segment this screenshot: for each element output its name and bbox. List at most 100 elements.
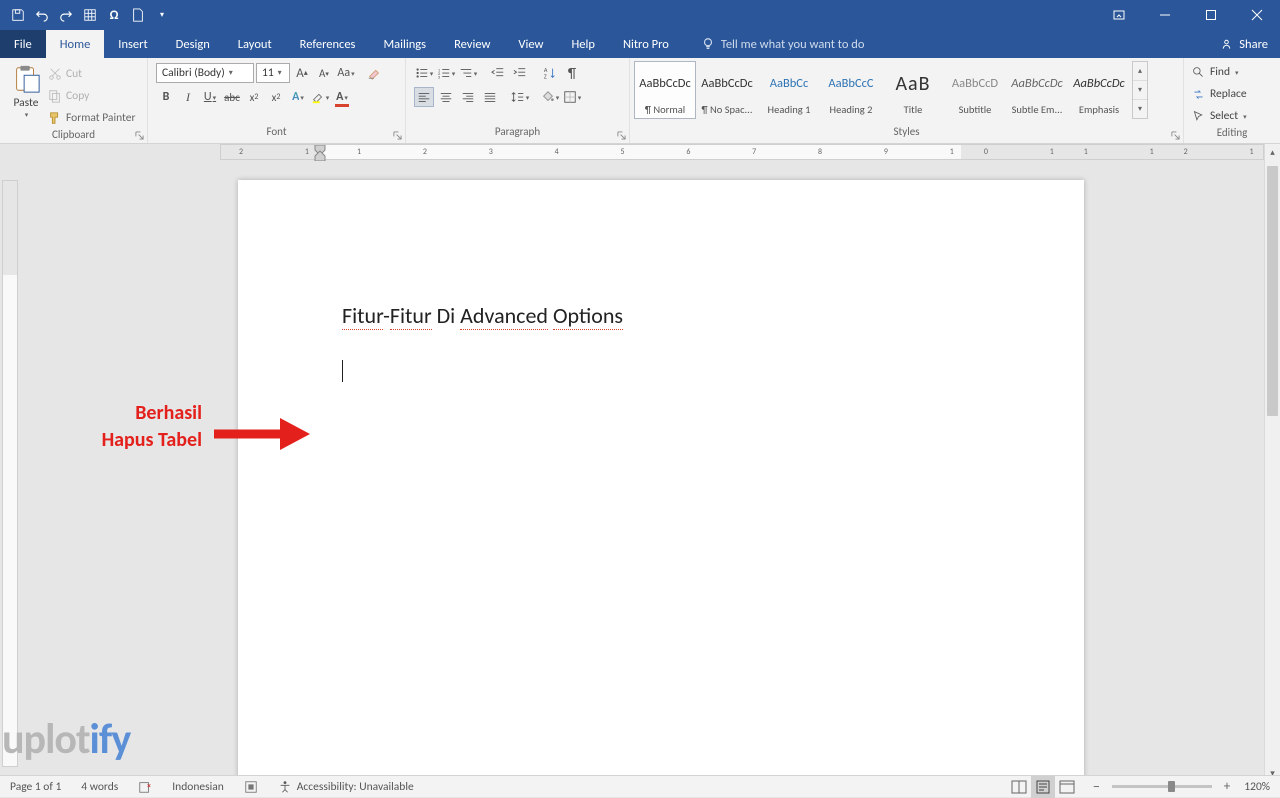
tab-references[interactable]: References [286,30,370,58]
font-color-button[interactable]: A▾ [332,87,352,107]
document-page[interactable]: Fitur-Fitur Di Advanced Options [238,180,1084,781]
align-center-button[interactable] [436,87,456,107]
style-tile-subtle-em-[interactable]: AaBbCcDcSubtle Em... [1006,61,1068,119]
tab-help[interactable]: Help [557,30,608,58]
tab-review[interactable]: Review [440,30,504,58]
style-tile--normal[interactable]: AaBbCcDc¶ Normal [634,61,696,119]
close-button[interactable] [1234,0,1280,30]
scroll-up-icon[interactable]: ▴ [1265,144,1280,160]
decrease-indent-button[interactable] [488,63,508,83]
style-tile-title[interactable]: AaBTitle [882,61,944,119]
paragraph-launcher[interactable] [615,130,627,142]
shading-button[interactable]: ▾ [540,87,560,107]
status-language[interactable]: Indonesian [162,776,234,797]
chevron-up-icon[interactable]: ▴ [1133,62,1147,81]
maximize-button[interactable] [1188,0,1234,30]
clipboard-launcher[interactable] [133,130,145,142]
zoom-out-button[interactable]: − [1089,778,1104,795]
style-gallery-scroll[interactable]: ▴ ▾ ▾ [1132,61,1148,119]
tab-design[interactable]: Design [162,30,224,58]
status-page[interactable]: Page 1 of 1 [0,776,71,797]
change-case-button[interactable]: Aa▾ [336,63,356,83]
view-read-mode[interactable] [1007,776,1031,798]
ribbon-display-icon[interactable] [1096,0,1142,30]
align-left-button[interactable] [414,87,434,107]
chevron-down-icon[interactable]: ▾ [1133,81,1147,100]
undo-icon[interactable] [30,3,54,27]
font-size-combo[interactable]: 11▾ [256,63,290,83]
tell-me-search[interactable]: Tell me what you want to do [701,30,865,58]
style-tile-heading-1[interactable]: AaBbCcHeading 1 [758,61,820,119]
align-right-button[interactable] [458,87,478,107]
replace-button[interactable]: Replace [1192,84,1247,104]
show-marks-button[interactable]: ¶ [562,63,582,83]
borders-button[interactable]: ▾ [562,87,582,107]
zoom-level[interactable]: 120% [1234,780,1280,794]
select-button[interactable]: Select▾ [1192,106,1247,126]
new-doc-icon[interactable] [126,3,150,27]
increase-indent-button[interactable] [510,63,530,83]
style-tile-emphasis[interactable]: AaBbCcDcEmphasis [1068,61,1130,119]
view-print-layout[interactable] [1031,776,1055,798]
symbol-icon[interactable]: Ω [102,3,126,27]
clear-formatting-button[interactable] [364,63,384,83]
tab-mailings[interactable]: Mailings [369,30,440,58]
redo-icon[interactable] [54,3,78,27]
search-icon [1192,66,1205,79]
justify-button[interactable] [480,87,500,107]
sort-button[interactable]: AZ [540,63,560,83]
qat-more-icon[interactable]: ▾ [150,3,174,27]
grow-font-button[interactable]: A▴ [292,63,312,83]
cut-button[interactable]: Cut [48,64,135,84]
font-name-combo[interactable]: Calibri (Body)▾ [156,63,254,83]
strikethrough-button[interactable]: abc [222,87,242,107]
styles-launcher[interactable] [1169,130,1181,142]
group-styles: AaBbCcDc¶ NormalAaBbCcDc¶ No Spac...AaBb… [630,58,1184,143]
bullets-button[interactable]: ▾ [414,63,434,83]
superscript-button[interactable]: x2 [266,87,286,107]
find-button[interactable]: Find▾ [1192,62,1239,82]
table-icon[interactable] [78,3,102,27]
tab-home[interactable]: Home [46,30,105,58]
copy-button[interactable]: Copy [48,86,135,106]
highlight-button[interactable]: ▾ [310,87,330,107]
text-effects-button[interactable]: A▾ [288,87,308,107]
status-accessibility[interactable]: Accessibility: Unavailable [268,776,424,797]
italic-button[interactable]: I [178,87,198,107]
tab-view[interactable]: View [504,30,557,58]
tab-file[interactable]: File [0,30,46,58]
view-web-layout[interactable] [1055,776,1079,798]
subscript-button[interactable]: x2 [244,87,264,107]
tab-layout[interactable]: Layout [224,30,286,58]
status-proofing-icon[interactable] [128,776,162,797]
status-words[interactable]: 4 words [71,776,128,797]
tab-insert[interactable]: Insert [104,30,161,58]
style-tile--no-spac-[interactable]: AaBbCcDc¶ No Spac... [696,61,758,119]
save-icon[interactable] [6,3,30,27]
tab-nitro-pro[interactable]: Nitro Pro [609,30,683,58]
vertical-scrollbar[interactable]: ▴ ▾ [1264,144,1280,781]
shrink-font-button[interactable]: A▾ [314,63,334,83]
zoom-slider[interactable] [1112,785,1212,788]
numbering-button[interactable]: 123▾ [436,63,456,83]
style-expand-icon[interactable]: ▾ [1133,100,1147,118]
indent-marker[interactable] [313,145,327,161]
ruler-vertical[interactable] [2,180,18,767]
status-macro-icon[interactable] [234,776,268,797]
format-painter-button[interactable]: Format Painter [48,108,135,128]
scroll-thumb[interactable] [1267,166,1278,416]
line-spacing-button[interactable]: ▾ [510,87,530,107]
multilevel-button[interactable]: ▾ [458,63,478,83]
font-launcher[interactable] [391,130,403,142]
ruler-horizontal[interactable]: 2 1 1 2 3 4 5 6 7 8 9 10 11 12 13 14 15 … [220,144,1264,160]
share-button[interactable]: Share [1220,30,1268,58]
zoom-in-button[interactable]: + [1220,779,1234,794]
bold-button[interactable]: B [156,87,176,107]
style-tile-subtitle[interactable]: AaBbCcDSubtitle [944,61,1006,119]
minimize-button[interactable] [1142,0,1188,30]
underline-button[interactable]: U▾ [200,87,220,107]
annotation-arrow [214,416,310,457]
style-tile-heading-2[interactable]: AaBbCcCHeading 2 [820,61,882,119]
paste-button[interactable]: Paste ▾ [6,62,46,119]
zoom-slider-thumb[interactable] [1168,781,1175,792]
